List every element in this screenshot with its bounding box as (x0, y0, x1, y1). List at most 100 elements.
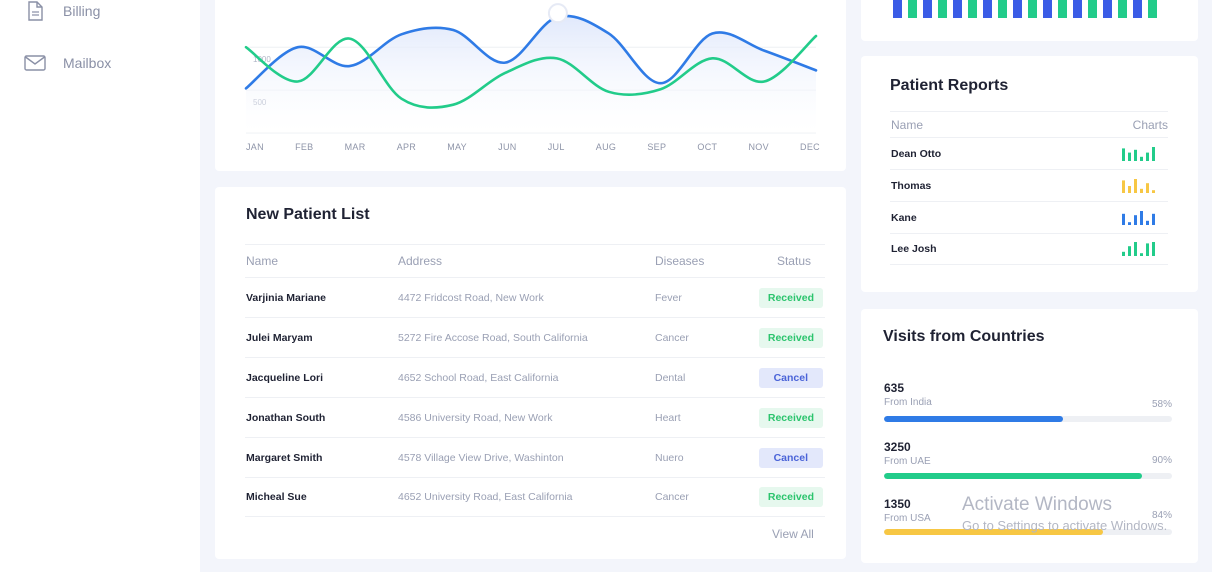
mail-icon (24, 53, 46, 73)
patient-name: Julei Maryam (246, 331, 313, 344)
mini-bar-chart (1122, 146, 1155, 161)
status-badge[interactable]: Cancel (758, 367, 823, 388)
mini-bar (1134, 242, 1137, 256)
table-row[interactable]: Julei Maryam 5272 Fire Accose Road, Sout… (245, 317, 825, 357)
visit-count: 1350 (884, 497, 911, 511)
x-tick-label: DEC (800, 142, 820, 152)
report-patient-name: Lee Josh (891, 243, 937, 255)
visit-country: From UAE (884, 456, 931, 467)
sidebar-item-mailbox[interactable]: Mailbox (24, 53, 111, 73)
mini-bar (1152, 242, 1155, 256)
x-tick-label: NOV (748, 142, 769, 152)
bar (1148, 0, 1157, 18)
mini-bar (1122, 251, 1125, 256)
mini-bar (1140, 253, 1143, 256)
x-tick-label: FEB (295, 142, 314, 152)
table-row[interactable]: Micheal Sue 4652 University Road, East C… (245, 477, 825, 517)
column-header-name: Name (891, 117, 924, 132)
patient-name: Jonathan South (246, 411, 326, 424)
status-badge[interactable]: Received (758, 327, 823, 348)
bar (1088, 0, 1097, 18)
report-patient-name: Kane (891, 211, 917, 224)
x-tick-label: AUG (595, 142, 617, 152)
patient-disease: Cancer (655, 491, 689, 503)
report-row[interactable]: Dean Otto (890, 137, 1168, 169)
bar (1118, 0, 1127, 18)
report-patient-name: Thomas (891, 179, 932, 192)
table-row[interactable]: Jonathan South 4586 University Road, New… (245, 397, 825, 437)
mini-bar (1146, 243, 1149, 256)
progress-track (884, 529, 1172, 535)
mini-bar-chart (1122, 242, 1155, 256)
bar (1043, 0, 1052, 18)
x-axis-labels: JAN FEB MAR APR MAY JUN JUL AUG SEP OCT NOV DEC (246, 142, 820, 152)
patient-disease: Fever (655, 291, 682, 304)
report-row[interactable]: Thomas (890, 169, 1168, 201)
status-badge[interactable]: Received (758, 487, 823, 507)
mini-bar (1152, 189, 1155, 193)
patient-address: 4578 Village View Drive, Washinton (398, 451, 564, 464)
bar (1133, 0, 1142, 18)
table-row[interactable]: Jacqueline Lori 4652 School Road, East C… (245, 357, 825, 397)
file-icon (24, 1, 46, 21)
patient-address: 4652 School Road, East California (398, 371, 559, 384)
status-badge[interactable]: Cancel (758, 447, 823, 468)
patient-disease: Heart (655, 411, 681, 424)
mini-bar (1128, 246, 1131, 256)
bar (1013, 0, 1022, 18)
patient-address: 4652 University Road, East California (398, 491, 573, 503)
visits-from-countries-card (861, 309, 1198, 563)
mini-bar (1122, 147, 1125, 161)
patient-table: Name Address Diseases Status Varjinia Ma… (245, 244, 825, 517)
bar (983, 0, 992, 18)
patient-reports-title: Patient Reports (890, 77, 1009, 94)
bar (1028, 0, 1037, 18)
column-header-diseases: Diseases (655, 254, 705, 268)
column-header-name: Name (246, 254, 279, 268)
visit-item-usa: 1350 From USA 84% (884, 497, 1172, 535)
bar (923, 0, 932, 18)
table-row[interactable]: Varjinia Mariane 4472 Fridcost Road, New… (245, 277, 825, 317)
patient-disease: Dental (655, 371, 686, 384)
top-bar-chart (893, 0, 1157, 18)
mini-bar (1146, 152, 1149, 161)
mini-bar (1140, 210, 1143, 225)
patient-address: 5272 Fire Accose Road, South California (398, 331, 588, 344)
bar (968, 0, 977, 18)
column-header-address: Address (398, 254, 443, 268)
report-row[interactable]: Kane (890, 201, 1168, 233)
bar (1073, 0, 1082, 18)
bar (938, 0, 947, 18)
visit-item-uae: 3250 From UAE 90% (884, 440, 1172, 479)
patient-address: 4472 Fridcost Road, New Work (398, 291, 544, 304)
x-tick-label: JAN (246, 142, 264, 152)
column-header-status: Status (776, 254, 811, 268)
mini-bar (1140, 188, 1143, 193)
sidebar-item-billing[interactable]: Billing (24, 1, 100, 21)
table-header: Name Charts (890, 111, 1168, 137)
progress-fill (884, 416, 1063, 422)
visit-percent: 90% (1151, 455, 1172, 466)
mini-bar (1152, 146, 1155, 161)
mini-bar (1140, 156, 1143, 161)
progress-fill (884, 529, 1103, 535)
bar (998, 0, 1007, 18)
status-badge[interactable]: Received (758, 407, 823, 428)
patient-disease: Cancer (655, 331, 689, 344)
bar (908, 0, 917, 18)
visits-title: Visits from Countries (883, 328, 1045, 345)
mini-bar (1128, 185, 1131, 193)
view-all-link[interactable]: View All (772, 527, 814, 541)
sidebar-item-label: Billing (63, 3, 101, 19)
status-badge[interactable]: Received (758, 287, 823, 308)
patient-reports-table: Name Charts Dean Otto Thomas Kane Lee Jo… (890, 111, 1168, 265)
sidebar-item-label: Mailbox (63, 55, 112, 71)
report-row[interactable]: Lee Josh (890, 233, 1168, 265)
table-row[interactable]: Margaret Smith 4578 Village View Drive, … (245, 437, 825, 477)
visit-item-india: 635 From India 58% (884, 381, 1172, 422)
x-tick-label: OCT (697, 142, 718, 152)
visit-count: 3250 (884, 440, 911, 454)
x-tick-label: MAR (344, 142, 366, 152)
mini-bar-chart (1122, 210, 1155, 225)
bar (893, 0, 902, 18)
